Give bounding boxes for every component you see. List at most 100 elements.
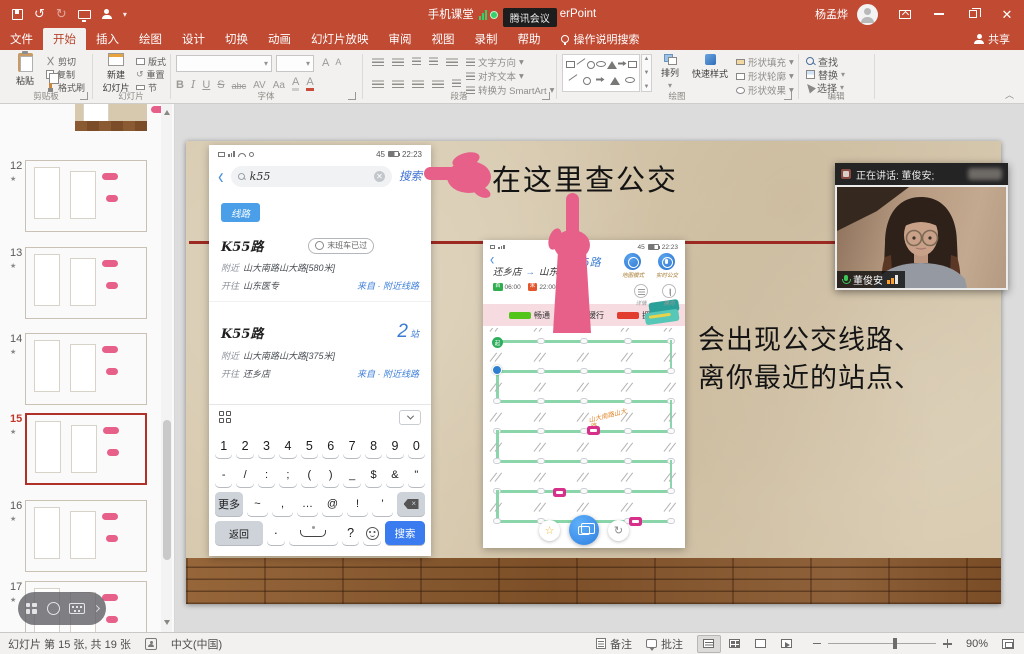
paragraph-dialog-launcher[interactable] [542, 92, 550, 100]
key[interactable]: 0 [408, 434, 425, 458]
normal-view-button[interactable] [697, 635, 721, 653]
font-style-button[interactable]: A [292, 77, 299, 91]
increase-indent-icon[interactable] [429, 57, 438, 65]
share-button[interactable]: 共享 [974, 28, 1024, 50]
clipboard-dialog-launcher[interactable] [80, 92, 88, 100]
key[interactable]: / [236, 463, 253, 487]
meeting-video-overlay[interactable]: 正在讲话: 董俊安; 董俊安 [835, 163, 1008, 290]
ribbon-tab[interactable]: 幻灯片放映 [301, 28, 379, 50]
station-dot[interactable] [537, 488, 545, 494]
key-backspace[interactable] [397, 492, 425, 516]
drawing-dialog-launcher[interactable] [784, 92, 792, 100]
station-dot[interactable] [667, 368, 675, 374]
new-slide-button[interactable]: 新建 幻灯片 [98, 53, 134, 94]
keyboard-collapse-button[interactable] [399, 410, 421, 425]
presenter-icon[interactable] [102, 9, 112, 19]
line-spacing-icon[interactable] [446, 57, 458, 66]
search-input[interactable]: k55 ✕ [231, 166, 392, 187]
font-style-button[interactable]: A [306, 77, 313, 91]
key[interactable]: … [297, 492, 318, 516]
nearby-lines-link[interactable]: 来自 · 附近线路 [357, 367, 419, 380]
route-map[interactable] [483, 328, 685, 526]
key-return[interactable]: 返回 [215, 521, 263, 545]
undo-icon[interactable]: ↺ [34, 6, 45, 22]
station-dot[interactable] [624, 338, 632, 344]
ribbon-tab[interactable]: 视图 [422, 28, 465, 50]
shape-fill-button[interactable]: 形状填充▾ [736, 55, 794, 69]
save-icon[interactable] [12, 9, 23, 20]
key[interactable]: ) [322, 463, 339, 487]
shapes-gallery[interactable] [562, 54, 640, 92]
map-mode-button[interactable]: 地图模式 [622, 253, 644, 279]
font-size-button[interactable]: A [335, 57, 341, 69]
key[interactable]: 1 [215, 434, 232, 458]
station-dot[interactable] [624, 488, 632, 494]
restore-button[interactable] [956, 0, 990, 28]
apps-grid-icon[interactable] [26, 603, 38, 615]
nearby-lines-link[interactable]: 来自 · 附近线路 [357, 279, 419, 292]
key[interactable]: 8 [365, 434, 382, 458]
replace-button[interactable]: 替换▾ [806, 68, 845, 80]
find-button[interactable]: 查找 [806, 55, 838, 67]
floating-toolbar[interactable] [18, 592, 106, 625]
favorite-star-button[interactable]: ☆ [539, 520, 560, 541]
quick-styles-button[interactable]: 快速样式 [688, 54, 732, 80]
ribbon-tab[interactable]: 设计 [172, 28, 215, 50]
key[interactable]: 5 [301, 434, 318, 458]
search-button[interactable]: 搜索 [399, 168, 422, 184]
slide-thumbnail[interactable]: 15 [0, 413, 160, 485]
align-text-button[interactable]: 对齐文本▾ [466, 69, 524, 83]
reset-button[interactable]: ↺重置 [136, 68, 165, 80]
station-dot[interactable] [624, 458, 632, 464]
station-dot[interactable] [537, 398, 545, 404]
account-name[interactable]: 杨孟烨 [806, 6, 857, 22]
ribbon-tab[interactable]: 动画 [258, 28, 301, 50]
station-dot[interactable] [580, 458, 588, 464]
zoom-level[interactable]: 90% [966, 638, 988, 650]
station-dot[interactable] [580, 398, 588, 404]
language-indicator[interactable]: 中文(中国) [171, 636, 222, 652]
columns-icon[interactable] [452, 79, 461, 87]
station-dot[interactable] [537, 338, 545, 344]
station-dot[interactable] [624, 428, 632, 434]
station-dot[interactable] [493, 458, 501, 464]
key[interactable]: 2 [236, 434, 253, 458]
ribbon-tab[interactable]: 插入 [86, 28, 129, 50]
collapse-ribbon-icon[interactable]: ︿ [1005, 88, 1014, 101]
align-right-icon[interactable] [412, 79, 424, 88]
keyboard-grid-icon[interactable] [219, 411, 232, 424]
shape-outline-button[interactable]: 形状轮廓▾ [736, 69, 794, 83]
scrollbar-thumb[interactable] [163, 420, 171, 560]
zoom-slider-thumb[interactable] [893, 638, 897, 649]
key[interactable]: - [215, 463, 232, 487]
clear-icon[interactable]: ✕ [374, 171, 385, 182]
start-slideshow-icon[interactable] [78, 10, 91, 19]
details-button[interactable]: 详情 [634, 284, 648, 307]
route-result-card[interactable]: K55路 2站 附近山大南路山大路[375米] 开往还乡店 来自 · 附近线路 [209, 313, 431, 389]
cut-button[interactable]: 剪切 [46, 55, 76, 67]
key[interactable]: ; [279, 463, 296, 487]
key-space[interactable] [289, 521, 338, 545]
key[interactable]: ' [372, 492, 393, 516]
refresh-button[interactable] [569, 515, 599, 545]
font-dialog-launcher[interactable] [348, 92, 356, 100]
key[interactable]: @ [322, 492, 343, 516]
station-dot[interactable] [580, 338, 588, 344]
paste-button[interactable]: 粘贴 [6, 53, 44, 87]
realtime-bus-button[interactable]: 实时公交 [656, 253, 678, 279]
scroll-up-icon[interactable] [161, 106, 172, 118]
numbering-icon[interactable] [392, 57, 404, 66]
lines-tag[interactable]: 线路 [221, 203, 260, 222]
minimize-button[interactable] [922, 0, 956, 28]
zoom-out-icon[interactable] [813, 643, 821, 645]
station-dot[interactable] [624, 368, 632, 374]
ribbon-tab[interactable]: 开始 [43, 28, 86, 50]
key-dot[interactable]: · [267, 521, 285, 545]
key[interactable]: 4 [279, 434, 296, 458]
route-result-card[interactable]: K55路 末班车已过 附近山大南路山大路[580米] 开往山东医专 来自 · 附… [209, 228, 431, 302]
arrange-button[interactable]: 排列 ▾ [655, 54, 685, 90]
ribbon-tab[interactable]: 文件 [0, 28, 43, 50]
key[interactable]: $ [365, 463, 382, 487]
shapes-gallery-scroll[interactable]: ▲▼▼ [641, 54, 652, 92]
decrease-indent-icon[interactable] [412, 57, 421, 65]
